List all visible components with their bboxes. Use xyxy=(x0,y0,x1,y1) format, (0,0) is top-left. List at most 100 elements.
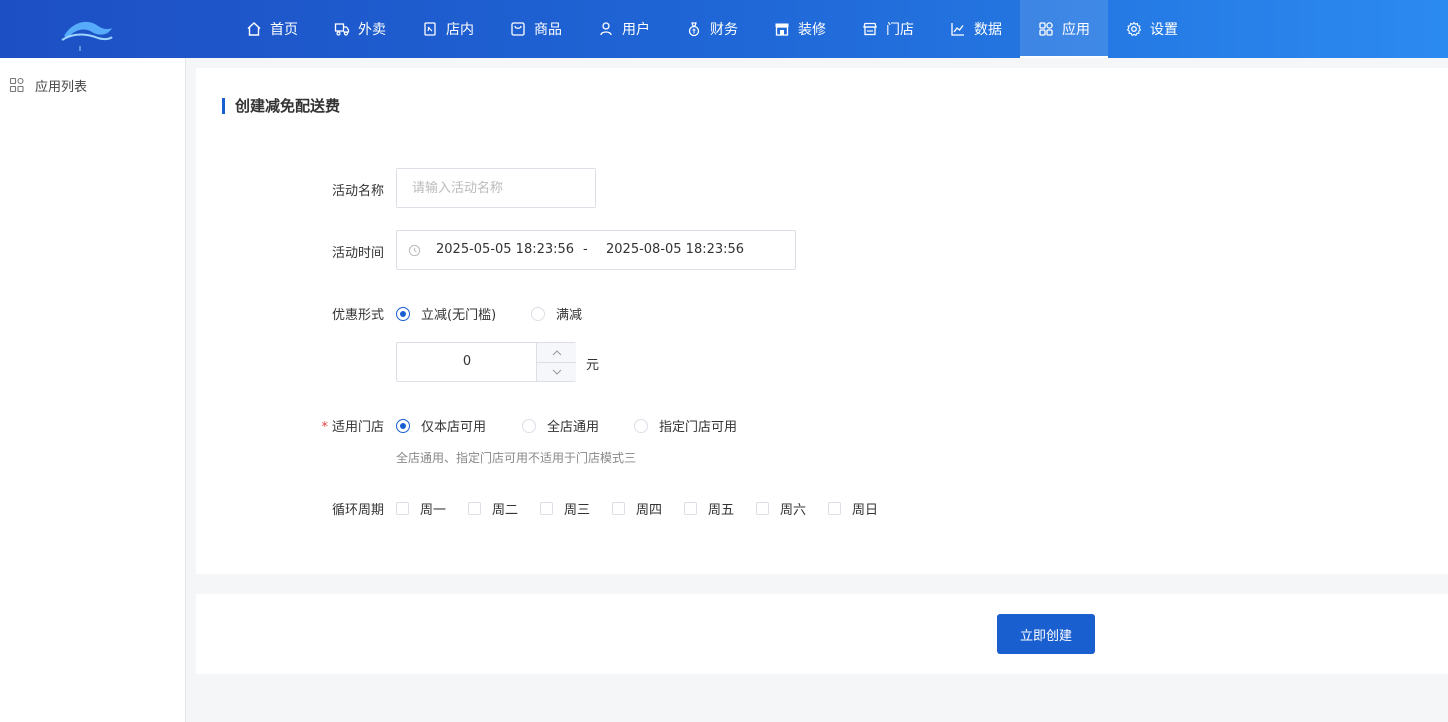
nav-label: 应用 xyxy=(1062,22,1090,38)
checkbox-box xyxy=(612,502,625,515)
nav-label: 装修 xyxy=(798,22,826,38)
brand-logo[interactable] xyxy=(58,12,114,52)
checkbox-box xyxy=(396,502,409,515)
radio-label: 指定门店可用 xyxy=(659,420,738,435)
nav-item-decoration[interactable]: 装修 xyxy=(756,0,844,58)
amount-stepper: 0 xyxy=(396,342,576,382)
home-icon xyxy=(247,22,261,36)
checkbox-box xyxy=(468,502,481,515)
radio-dot xyxy=(396,418,410,433)
checkbox-box xyxy=(540,502,553,515)
checkbox-tuesday[interactable]: 周二 xyxy=(468,499,518,518)
radio-label: 仅本店可用 xyxy=(421,420,487,435)
store-icon xyxy=(863,22,877,36)
increment-button[interactable] xyxy=(537,343,576,363)
start-time[interactable]: 2025-05-05 18:23:56 xyxy=(436,242,574,257)
nav-item-settings[interactable]: 设置 xyxy=(1108,0,1196,58)
apps-icon xyxy=(9,77,24,93)
nav-label: 财务 xyxy=(710,22,738,38)
applicable-store-label: * 适用门店 xyxy=(196,416,384,435)
nav-item-user[interactable]: 用户 xyxy=(580,0,668,58)
radio-dot xyxy=(522,418,536,433)
applicable-store-label-text: 适用门店 xyxy=(331,420,384,435)
nav-label: 首页 xyxy=(270,22,298,38)
delivery-icon xyxy=(334,23,350,36)
checkbox-label: 周三 xyxy=(564,503,591,518)
checkbox-label: 周日 xyxy=(852,503,879,518)
checkbox-box xyxy=(756,502,769,515)
radio-full-reduction[interactable]: 满减 xyxy=(531,304,582,323)
amount-unit: 元 xyxy=(586,358,600,373)
nav-label: 门店 xyxy=(886,22,914,38)
nav-item-store[interactable]: 门店 xyxy=(844,0,932,58)
money-bag-icon xyxy=(688,22,700,37)
radio-specified-stores[interactable]: 指定门店可用 xyxy=(634,416,737,435)
radio-dot xyxy=(396,306,410,321)
radio-instant-discount[interactable]: 立减(无门槛) xyxy=(396,304,496,323)
checkbox-label: 周六 xyxy=(780,503,807,518)
radio-label: 立减(无门槛) xyxy=(421,308,497,323)
main-nav: 首页 外卖 店内 商品 用户 财务 装修 门店 数据 应用 设置 xyxy=(228,0,1196,58)
nav-item-finance[interactable]: 财务 xyxy=(668,0,756,58)
radio-all-stores[interactable]: 全店通用 xyxy=(522,416,599,435)
checkbox-label: 周二 xyxy=(492,503,519,518)
nav-item-delivery[interactable]: 外卖 xyxy=(316,0,404,58)
checkbox-label: 周四 xyxy=(636,503,663,518)
checkbox-saturday[interactable]: 周六 xyxy=(756,499,806,518)
dine-in-icon xyxy=(424,22,436,36)
nav-item-apps[interactable]: 应用 xyxy=(1020,0,1108,58)
clock-icon xyxy=(408,244,421,257)
activity-name-label: 活动名称 xyxy=(331,184,384,199)
nav-item-product[interactable]: 商品 xyxy=(492,0,580,58)
checkbox-box xyxy=(828,502,841,515)
checkbox-box xyxy=(684,502,697,515)
sidebar: 应用列表 xyxy=(0,58,186,722)
checkbox-sunday[interactable]: 周日 xyxy=(828,499,878,518)
chevron-down-icon xyxy=(552,369,561,375)
radio-this-store-only[interactable]: 仅本店可用 xyxy=(396,416,486,435)
checkbox-thursday[interactable]: 周四 xyxy=(612,499,662,518)
date-range-separator: - xyxy=(583,242,588,257)
checkbox-wednesday[interactable]: 周三 xyxy=(540,499,590,518)
checkbox-monday[interactable]: 周一 xyxy=(396,499,446,518)
create-now-button[interactable]: 立即创建 xyxy=(997,614,1095,654)
apps-icon xyxy=(1039,22,1053,36)
chevron-up-icon xyxy=(552,349,561,355)
discount-type-label: 优惠形式 xyxy=(331,308,384,323)
radio-dot xyxy=(531,306,545,321)
activity-name-input[interactable] xyxy=(397,169,595,207)
top-bar: 首页 外卖 店内 商品 用户 财务 装修 门店 数据 应用 设置 xyxy=(0,0,1448,58)
user-icon xyxy=(600,22,612,36)
stepper-controls xyxy=(536,343,576,381)
amount-value[interactable]: 0 xyxy=(397,354,537,369)
nav-label: 商品 xyxy=(534,22,562,38)
sidebar-item-app-list[interactable]: 应用列表 xyxy=(0,58,185,112)
chart-icon xyxy=(951,23,964,36)
store-hint-text: 全店通用、指定门店可用不适用于门店模式三 xyxy=(396,451,637,465)
activity-time-label: 活动时间 xyxy=(331,246,384,261)
storefront-icon xyxy=(775,23,789,36)
end-time[interactable]: 2025-08-05 18:23:56 xyxy=(606,242,744,257)
nav-label: 数据 xyxy=(974,22,1002,38)
decrement-button[interactable] xyxy=(537,363,576,381)
cycle-label: 循环周期 xyxy=(331,503,384,518)
checkbox-friday[interactable]: 周五 xyxy=(684,499,734,518)
form-card: 创建减免配送费 活动名称 活动时间 2025-05-05 18:23:56 - … xyxy=(196,68,1448,574)
nav-label: 外卖 xyxy=(358,22,386,38)
sidebar-item-label: 应用列表 xyxy=(35,79,88,95)
radio-label: 满减 xyxy=(556,308,583,323)
footer-card: 立即创建 xyxy=(196,594,1448,674)
page-title: 创建减免配送费 xyxy=(222,98,340,114)
nav-item-data[interactable]: 数据 xyxy=(932,0,1020,58)
gear-icon xyxy=(1126,21,1142,37)
checkbox-label: 周五 xyxy=(708,503,735,518)
nav-item-dine-in[interactable]: 店内 xyxy=(404,0,492,58)
date-range-picker[interactable]: 2025-05-05 18:23:56 - 2025-08-05 18:23:5… xyxy=(396,230,796,270)
nav-item-home[interactable]: 首页 xyxy=(228,0,316,58)
product-icon xyxy=(511,22,525,36)
nav-label: 店内 xyxy=(446,22,474,38)
required-mark: * xyxy=(321,420,328,435)
radio-dot xyxy=(634,418,648,433)
nav-label: 用户 xyxy=(622,22,650,38)
radio-label: 全店通用 xyxy=(547,420,600,435)
